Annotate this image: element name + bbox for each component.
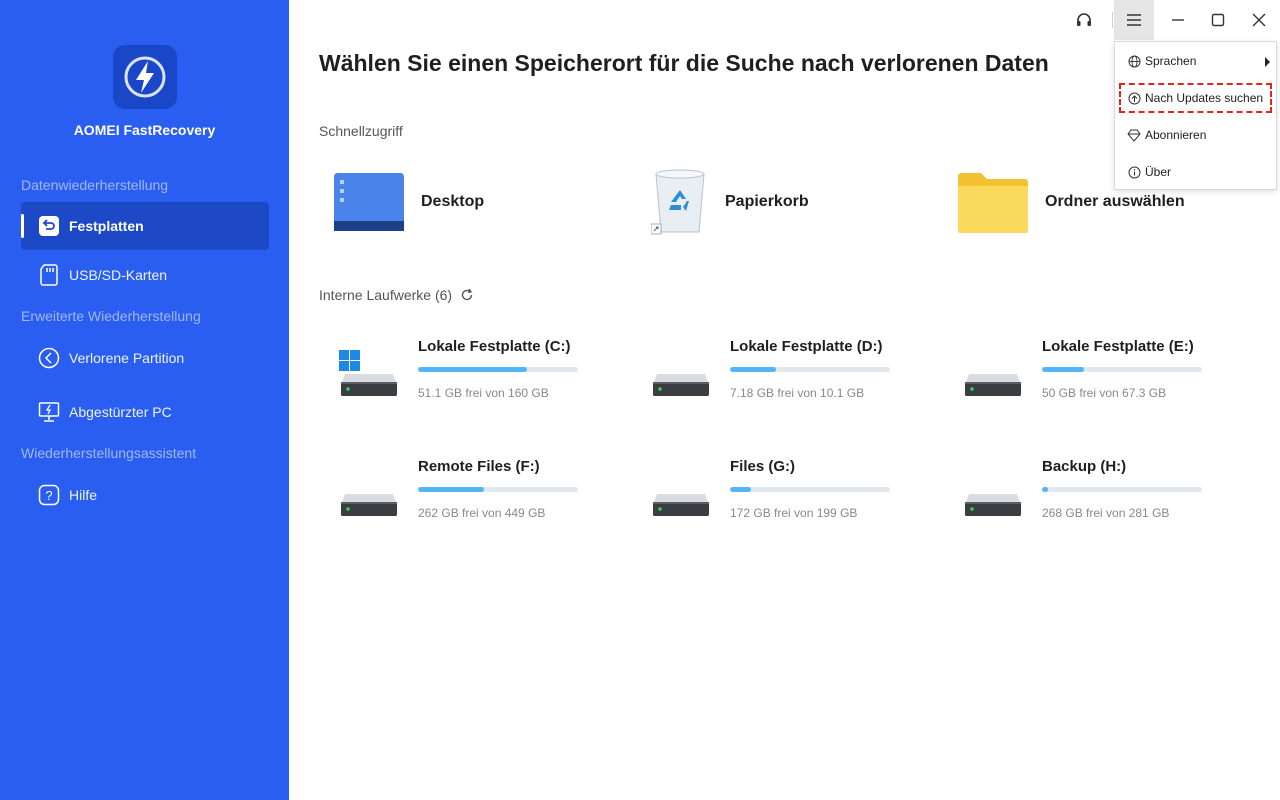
desktop-icon xyxy=(334,173,404,231)
sidebar: AOMEI FastRecovery Datenwiederherstellun… xyxy=(0,0,289,800)
menu-item-languages[interactable]: Sprachen xyxy=(1115,46,1276,76)
lightning-logo-icon xyxy=(124,56,166,98)
sidebar-item-help[interactable]: ? Hilfe xyxy=(21,471,269,519)
drive-capacity-info: 262 GB frei von 449 GB xyxy=(418,506,546,520)
section-label-recovery-assistant: Wiederherstellungsassistent xyxy=(21,445,197,461)
app-logo xyxy=(113,45,177,109)
drive-usage-fill xyxy=(418,487,484,492)
drive-card[interactable]: Lokale Festplatte (D:) 7.18 GB frei von … xyxy=(631,330,891,420)
quick-access-heading: Schnellzugriff xyxy=(319,123,403,139)
update-icon xyxy=(1127,91,1141,105)
refresh-icon xyxy=(461,288,473,301)
support-button[interactable] xyxy=(1064,0,1104,40)
globe-icon xyxy=(1127,54,1141,68)
hard-drive-icon xyxy=(963,350,1023,400)
quick-access-desktop[interactable]: Desktop xyxy=(333,165,484,239)
drive-usage-bar xyxy=(418,367,578,372)
main-menu-dropdown: Sprachen Nach Updates suchen Abonnieren … xyxy=(1114,41,1277,190)
drive-usage-fill xyxy=(1042,487,1049,492)
hard-drive-icon xyxy=(651,350,711,400)
drive-usage-fill xyxy=(418,367,527,372)
quick-access-label: Ordner auswählen xyxy=(1045,193,1185,210)
sidebar-item-label: Hilfe xyxy=(69,487,98,503)
menu-button[interactable] xyxy=(1114,0,1154,40)
close-icon xyxy=(1252,13,1266,27)
info-icon xyxy=(1127,165,1141,179)
internal-drives-heading: Interne Laufwerke (6) xyxy=(319,287,474,303)
drive-card[interactable]: Backup (H:) 268 GB frei von 281 GB xyxy=(943,450,1203,540)
folder-icon xyxy=(958,173,1028,233)
internal-drives-label: Interne Laufwerke (6) xyxy=(319,287,453,303)
drive-capacity-info: 50 GB frei von 67.3 GB xyxy=(1042,386,1167,400)
drive-usage-bar xyxy=(730,487,890,492)
sidebar-item-crashed-pc[interactable]: Abgestürzter PC xyxy=(21,388,269,436)
page-title: Wählen Sie einen Speicherort für die Suc… xyxy=(319,50,1049,76)
minimize-icon xyxy=(1172,19,1184,21)
refresh-button[interactable] xyxy=(460,288,474,302)
hamburger-menu-icon xyxy=(1127,14,1141,26)
menu-item-label: Über xyxy=(1145,165,1172,179)
maximize-icon xyxy=(1211,13,1225,27)
quick-access-recycle-bin[interactable]: Papierkorb xyxy=(651,165,809,239)
drive-capacity-info: 268 GB frei von 281 GB xyxy=(1042,506,1170,520)
drive-usage-fill xyxy=(730,487,751,492)
drive-name: Remote Files (F:) xyxy=(418,458,540,475)
drive-capacity-info: 172 GB frei von 199 GB xyxy=(730,506,858,520)
sidebar-item-label: Verlorene Partition xyxy=(69,350,185,366)
recycle-bin-icon xyxy=(651,169,705,235)
hard-drive-icon xyxy=(963,470,1023,520)
disk-restore-icon xyxy=(37,214,61,238)
quick-access-label: Papierkorb xyxy=(725,193,809,210)
drive-name: Lokale Festplatte (C:) xyxy=(418,338,571,355)
sidebar-item-disks[interactable]: Festplatten xyxy=(21,202,269,250)
minimize-button[interactable] xyxy=(1158,0,1198,40)
drive-capacity-info: 7.18 GB frei von 10.1 GB xyxy=(730,386,865,400)
drive-name: Lokale Festplatte (D:) xyxy=(730,338,883,355)
help-icon: ? xyxy=(37,483,61,507)
svg-text:?: ? xyxy=(45,488,52,503)
sidebar-item-label: Festplatten xyxy=(69,218,144,234)
maximize-button[interactable] xyxy=(1198,0,1238,40)
headset-icon xyxy=(1077,13,1091,26)
hard-drive-icon xyxy=(339,350,399,400)
drive-name: Files (G:) xyxy=(730,458,796,475)
section-label-data-recovery: Datenwiederherstellung xyxy=(21,177,169,193)
drive-card[interactable]: Files (G:) 172 GB frei von 199 GB xyxy=(631,450,891,540)
app-name: AOMEI FastRecovery xyxy=(73,122,216,138)
drive-usage-bar xyxy=(1042,487,1202,492)
sidebar-item-usb-sd[interactable]: USB/SD-Karten xyxy=(21,251,269,299)
sidebar-item-label: Abgestürzter PC xyxy=(69,404,172,420)
menu-item-check-updates[interactable]: Nach Updates suchen xyxy=(1119,83,1272,113)
sd-card-icon xyxy=(37,263,61,287)
submenu-arrow-icon xyxy=(1265,57,1270,67)
hard-drive-icon xyxy=(651,470,711,520)
close-button[interactable] xyxy=(1239,0,1279,40)
crashed-pc-icon xyxy=(37,400,61,424)
quick-access-label: Desktop xyxy=(421,193,485,210)
menu-item-subscribe[interactable]: Abonnieren xyxy=(1115,120,1276,150)
drive-card[interactable]: Lokale Festplatte (C:) 51.1 GB frei von … xyxy=(319,330,579,420)
menu-item-label: Sprachen xyxy=(1145,54,1197,68)
menu-item-about[interactable]: Über xyxy=(1115,157,1276,187)
drive-name: Lokale Festplatte (E:) xyxy=(1042,338,1194,355)
sidebar-item-lost-partition[interactable]: Verlorene Partition xyxy=(21,334,269,382)
title-bar-divider xyxy=(1112,12,1113,28)
menu-item-label: Nach Updates suchen xyxy=(1145,91,1264,105)
drive-name: Backup (H:) xyxy=(1042,458,1127,475)
section-label-advanced-recovery: Erweiterte Wiederherstellung xyxy=(21,308,201,324)
drive-usage-fill xyxy=(1042,367,1084,372)
drive-card[interactable]: Remote Files (F:) 262 GB frei von 449 GB xyxy=(319,450,579,540)
diamond-icon xyxy=(1127,128,1141,142)
drive-usage-bar xyxy=(730,367,890,372)
drive-card[interactable]: Lokale Festplatte (E:) 50 GB frei von 67… xyxy=(943,330,1203,420)
drive-usage-bar xyxy=(1042,367,1202,372)
drive-usage-bar xyxy=(418,487,578,492)
hard-drive-icon xyxy=(339,470,399,520)
partition-icon xyxy=(37,346,61,370)
drive-capacity-info: 51.1 GB frei von 160 GB xyxy=(418,386,549,400)
menu-item-label: Abonnieren xyxy=(1145,128,1207,142)
sidebar-item-label: USB/SD-Karten xyxy=(69,267,168,283)
drive-usage-fill xyxy=(730,367,777,372)
